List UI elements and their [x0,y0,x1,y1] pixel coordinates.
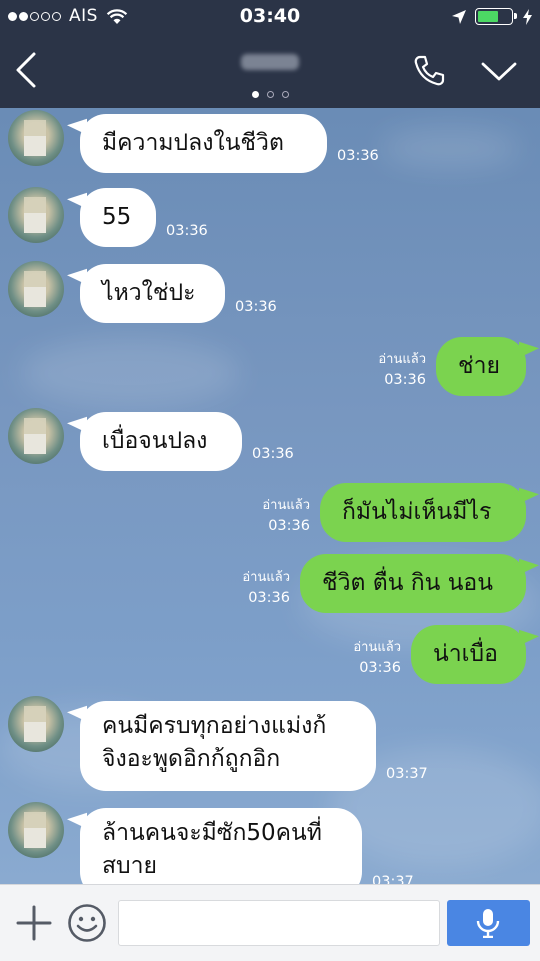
message-time: 03:37 [372,874,414,884]
input-bar [0,884,540,961]
avatar[interactable] [8,696,64,752]
message-meta: อ่านแล้ว 03:36 [353,638,401,678]
avatar[interactable] [8,802,64,858]
chat-area[interactable]: มีความปลงในชีวิต 03:36 55 03:36 ไหวใช่ปะ… [0,108,540,884]
plus-icon[interactable] [16,905,52,941]
incoming-message-bubble[interactable]: คนมีครบทุกอย่างแม่งก้ จิงอะพูดอิกก้ถูกอิ… [80,701,376,791]
message-time: 03:37 [386,766,428,782]
avatar[interactable] [8,187,64,243]
battery-icon [475,8,517,25]
avatar[interactable] [8,110,64,166]
read-receipt: อ่านแล้ว [378,352,426,367]
message-line: จิงอะพูดอิกก้ถูกอิก [102,746,281,772]
chat-title-blurred[interactable] [0,54,540,74]
microphone-icon [476,909,500,938]
message-input[interactable] [118,900,440,946]
incoming-message-bubble[interactable]: เบื่อจนปลง [80,412,242,471]
location-arrow-icon [452,9,466,24]
status-bar: AIS 03:40 [0,0,540,36]
charging-bolt-icon [523,8,532,25]
message-time: 03:36 [359,660,401,676]
outgoing-message-bubble[interactable]: น่าเบื่อ [411,625,526,684]
phone-icon[interactable] [412,54,446,88]
message-time: 03:36 [252,446,294,462]
avatar[interactable] [8,408,64,464]
outgoing-message-bubble[interactable]: ก็มันไม่เห็นมีไร [320,483,526,542]
incoming-message-bubble[interactable]: 55 [80,188,156,247]
outgoing-message-bubble[interactable]: ช่าย [436,337,526,396]
message-meta: อ่านแล้ว 03:36 [242,568,290,608]
message-time: 03:36 [384,372,426,388]
message-line: สบาย [102,853,158,879]
read-receipt: อ่านแล้ว [353,640,401,655]
message-time: 03:36 [248,590,290,606]
avatar[interactable] [8,261,64,317]
incoming-message-bubble[interactable]: ล้านคนจะมีซัก50คนที่ สบาย [80,808,362,884]
page-indicator [0,91,540,98]
message-meta: อ่านแล้ว 03:36 [262,496,310,536]
incoming-message-bubble[interactable]: ไหวใช่ปะ [80,264,225,323]
outgoing-message-bubble[interactable]: ชีวิต ตื่น กิน นอน [300,554,526,613]
message-line: คนมีครบทุกอย่างแม่งก้ [102,713,327,739]
read-receipt: อ่านแล้ว [262,498,310,513]
read-receipt: อ่านแล้ว [242,570,290,585]
message-time: 03:36 [337,148,379,164]
emoji-icon[interactable] [67,903,107,943]
message-time: 03:36 [166,223,208,239]
microphone-button[interactable] [447,900,530,946]
incoming-message-bubble[interactable]: มีความปลงในชีวิต [80,114,327,173]
chat-header [0,36,540,108]
message-line: ล้านคนจะมีซัก50คนที่ [102,820,322,846]
status-right [451,8,532,25]
chevron-down-icon[interactable] [480,60,518,84]
message-meta: อ่านแล้ว 03:36 [378,350,426,390]
message-time: 03:36 [235,299,277,315]
top-bar: AIS 03:40 [0,0,540,108]
message-time: 03:36 [268,518,310,534]
